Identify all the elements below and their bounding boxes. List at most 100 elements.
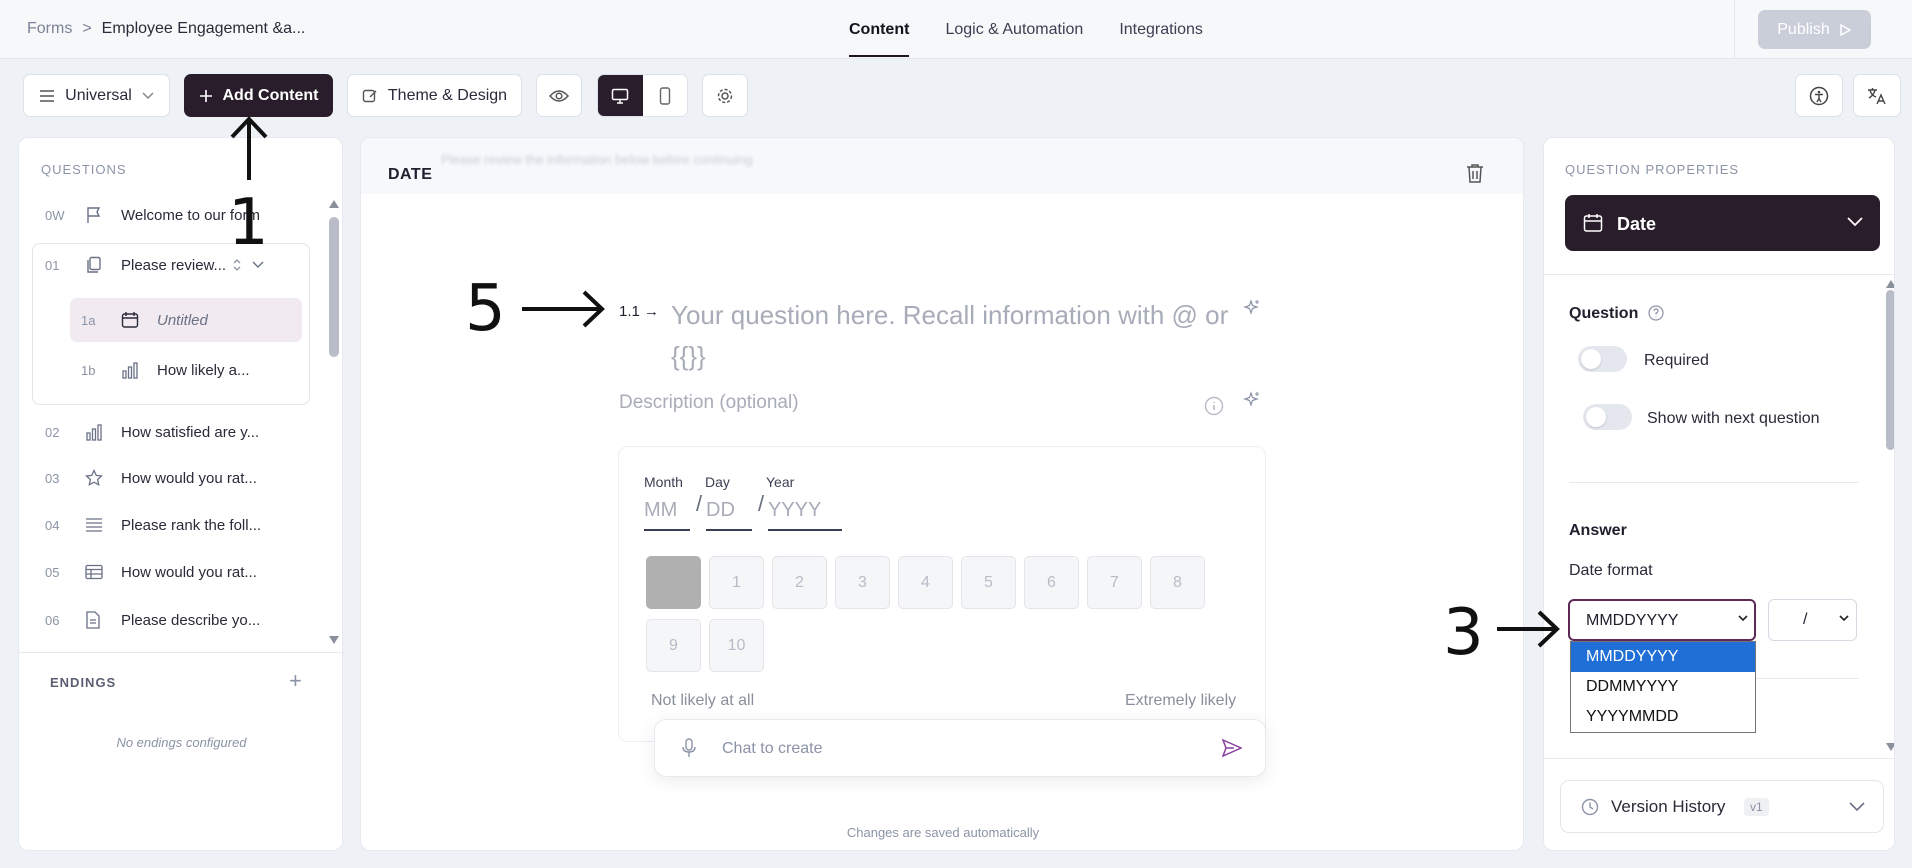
- required-toggle[interactable]: [1578, 346, 1627, 372]
- date-separator-select[interactable]: /: [1768, 599, 1857, 641]
- question-label: How likely a...: [157, 361, 250, 379]
- scroll-down-icon[interactable]: [1886, 743, 1894, 751]
- scale-option-7[interactable]: 7: [1087, 556, 1142, 609]
- document-icon: [85, 611, 121, 629]
- help-circle-icon[interactable]: [1648, 305, 1664, 321]
- question-number: 02: [45, 424, 60, 440]
- panel-divider: [1544, 758, 1894, 759]
- panel-divider: [1544, 274, 1894, 275]
- question-item-1a[interactable]: 1a Untitled: [81, 305, 208, 335]
- question-type-dropdown[interactable]: Date: [1565, 195, 1880, 251]
- scale-option-6[interactable]: 6: [1024, 556, 1079, 609]
- question-label: Untitled: [157, 311, 208, 329]
- scale-option-0[interactable]: [646, 556, 701, 609]
- scale-option-4[interactable]: 4: [898, 556, 953, 609]
- scale-option-5[interactable]: 5: [961, 556, 1016, 609]
- scale-option-8[interactable]: 8: [1150, 556, 1205, 609]
- date-preview-card: Month Day Year MM / DD / YYYY 1 2 3 4 5 …: [618, 446, 1266, 742]
- clock-icon: [1581, 798, 1599, 816]
- mobile-view-button[interactable]: [643, 75, 688, 116]
- annotation-arrow-up-icon: [228, 116, 270, 182]
- question-editor: Please review the information below befo…: [360, 137, 1524, 851]
- chevron-down-icon: [1849, 802, 1865, 812]
- reorder-icon[interactable]: [232, 258, 242, 272]
- question-number-label: 1.1 →: [619, 303, 660, 320]
- questions-scrollbar[interactable]: [329, 217, 339, 357]
- date-format-option[interactable]: MMDDYYYY: [1571, 642, 1755, 672]
- date-format-option[interactable]: DDMMYYYY: [1571, 672, 1755, 702]
- month-input[interactable]: MM: [644, 499, 690, 531]
- question-item-04[interactable]: 04 Please rank the foll...: [45, 510, 261, 540]
- scale-option-10[interactable]: 10: [709, 619, 764, 672]
- version-history-panel[interactable]: Version History v1: [1560, 780, 1884, 833]
- trash-icon[interactable]: [1466, 163, 1484, 183]
- date-format-option[interactable]: YYYYMMDD: [1571, 702, 1755, 732]
- show-next-toggle[interactable]: [1583, 404, 1632, 430]
- play-icon: [1838, 23, 1852, 37]
- translate-button[interactable]: [1853, 74, 1901, 117]
- section-divider: [1569, 482, 1859, 483]
- question-label: Please describe yo...: [121, 611, 261, 629]
- tab-integrations[interactable]: Integrations: [1119, 0, 1203, 59]
- publish-label: Publish: [1777, 20, 1830, 38]
- desktop-view-button[interactable]: [598, 75, 643, 116]
- panel-divider: [19, 652, 344, 653]
- autosave-note: Changes are saved automatically: [846, 825, 1040, 840]
- question-number: 1a: [81, 312, 96, 328]
- question-item-1b[interactable]: 1b How likely a...: [81, 355, 250, 385]
- ai-sparkle-icon[interactable]: [1243, 299, 1261, 317]
- send-icon[interactable]: [1222, 739, 1242, 757]
- scale-option-3[interactable]: 3: [835, 556, 890, 609]
- question-title-input[interactable]: Your question here. Recall information w…: [671, 295, 1231, 377]
- info-icon[interactable]: [1204, 396, 1224, 416]
- description-input[interactable]: Description (optional): [619, 392, 799, 414]
- accessibility-icon: [1809, 86, 1829, 106]
- main-tabs: Content Logic & Automation Integrations: [849, 0, 1203, 59]
- phone-icon: [659, 86, 671, 105]
- scroll-up-icon[interactable]: [1886, 280, 1894, 288]
- question-label: How would you rat...: [121, 469, 257, 487]
- plus-icon: [199, 89, 213, 103]
- chevron-down-icon: [1847, 217, 1863, 227]
- annotation-number-5: 5: [465, 272, 506, 346]
- tab-logic-automation[interactable]: Logic & Automation: [945, 0, 1083, 59]
- scroll-down-icon[interactable]: [329, 636, 339, 644]
- version-badge: v1: [1744, 798, 1769, 816]
- question-item-05[interactable]: 05 How would you rat...: [45, 557, 257, 587]
- question-item-06[interactable]: 06 Please describe yo...: [45, 605, 260, 635]
- editor-header: Please review the information below befo…: [361, 138, 1523, 194]
- scale-option-1[interactable]: 1: [709, 556, 764, 609]
- flag-icon: [85, 206, 121, 224]
- month-label: Month: [644, 474, 683, 490]
- publish-button[interactable]: Publish: [1758, 10, 1871, 49]
- chevron-down-icon: [1738, 615, 1748, 623]
- answer-section-label: Answer: [1569, 522, 1627, 539]
- add-content-button[interactable]: Add Content: [184, 74, 333, 117]
- tab-content[interactable]: Content: [849, 0, 910, 59]
- question-item-02[interactable]: 02 How satisfied are y...: [45, 417, 259, 447]
- scroll-up-icon[interactable]: [329, 200, 339, 208]
- add-ending-button[interactable]: +: [289, 668, 302, 694]
- pages-icon: [85, 256, 121, 274]
- accessibility-button[interactable]: [1795, 74, 1843, 117]
- date-format-select[interactable]: MMDDYYYY: [1568, 599, 1756, 641]
- breadcrumb-forms-link[interactable]: Forms: [27, 20, 72, 38]
- chat-input[interactable]: Chat to create: [722, 740, 823, 758]
- preview-button[interactable]: [536, 74, 582, 117]
- microphone-icon[interactable]: [682, 738, 696, 758]
- ai-sparkle-icon[interactable]: [1243, 391, 1261, 409]
- question-type-label: Date: [1617, 214, 1657, 234]
- monitor-icon: [611, 88, 629, 104]
- settings-button[interactable]: [702, 74, 748, 117]
- annotation-number-1: 1: [228, 186, 269, 260]
- chevron-down-icon: [142, 91, 154, 100]
- scale-option-2[interactable]: 2: [772, 556, 827, 609]
- properties-scrollbar[interactable]: [1886, 290, 1894, 450]
- day-input[interactable]: DD: [706, 499, 752, 531]
- theme-design-button[interactable]: Theme & Design: [347, 74, 522, 117]
- mode-dropdown[interactable]: Universal: [23, 74, 170, 117]
- chevron-down-icon[interactable]: [252, 261, 264, 269]
- question-item-03[interactable]: 03 How would you rat...: [45, 463, 257, 493]
- scale-option-9[interactable]: 9: [646, 619, 701, 672]
- year-input[interactable]: YYYY: [768, 499, 842, 531]
